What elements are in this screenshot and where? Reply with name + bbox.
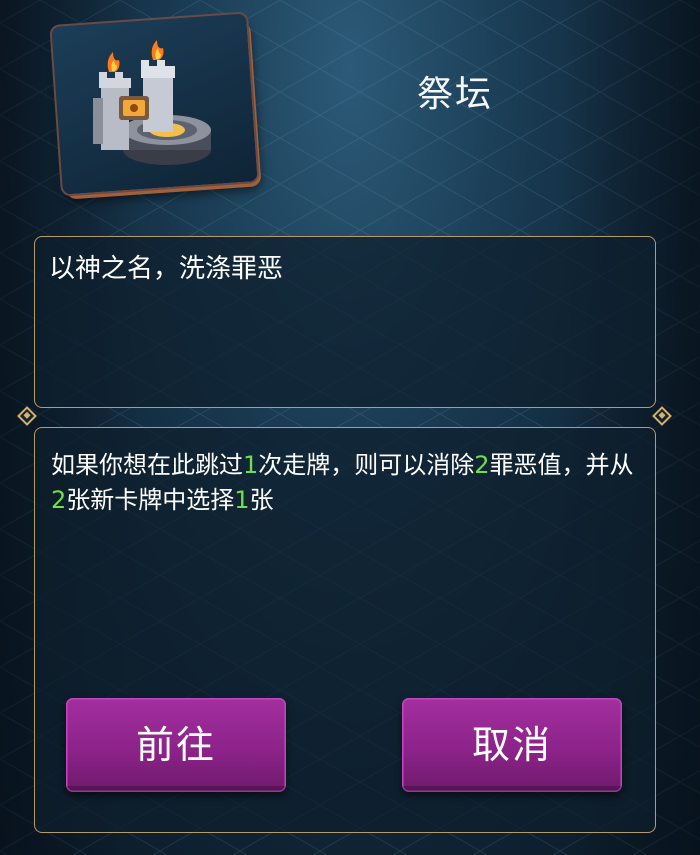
diamond-ornament-right <box>652 406 672 426</box>
description-segment: 罪恶值，并从 <box>489 451 634 479</box>
go-button[interactable]: 前往 <box>66 698 286 792</box>
cancel-button-label: 取消 <box>471 723 552 767</box>
description-highlight-number: 1 <box>234 486 250 514</box>
subtitle-text: 以神之名，洗涤罪恶 <box>49 254 284 284</box>
description-segment: 如果你想在此跳过 <box>51 451 243 479</box>
diamond-ornament-left <box>17 406 37 426</box>
altar-icon <box>93 40 211 165</box>
cancel-button[interactable]: 取消 <box>402 698 622 792</box>
subtitle-panel: 以神之名，洗涤罪恶 <box>34 236 656 408</box>
description-highlight-number: 2 <box>474 451 490 479</box>
go-button-label: 前往 <box>135 723 216 767</box>
description-highlight-number: 2 <box>51 486 67 514</box>
description-segment: 张新卡牌中选择 <box>66 486 235 514</box>
description-segment: 张 <box>249 486 274 514</box>
description-segment: 次走牌，则可以消除 <box>258 451 475 479</box>
description-text: 如果你想在此跳过1次走牌，则可以消除2罪恶值，并从2张新卡牌中选择1张 <box>51 448 641 518</box>
page-title: 祭坛 <box>416 74 493 115</box>
altar-card <box>49 11 262 200</box>
description-highlight-number: 1 <box>243 451 259 479</box>
